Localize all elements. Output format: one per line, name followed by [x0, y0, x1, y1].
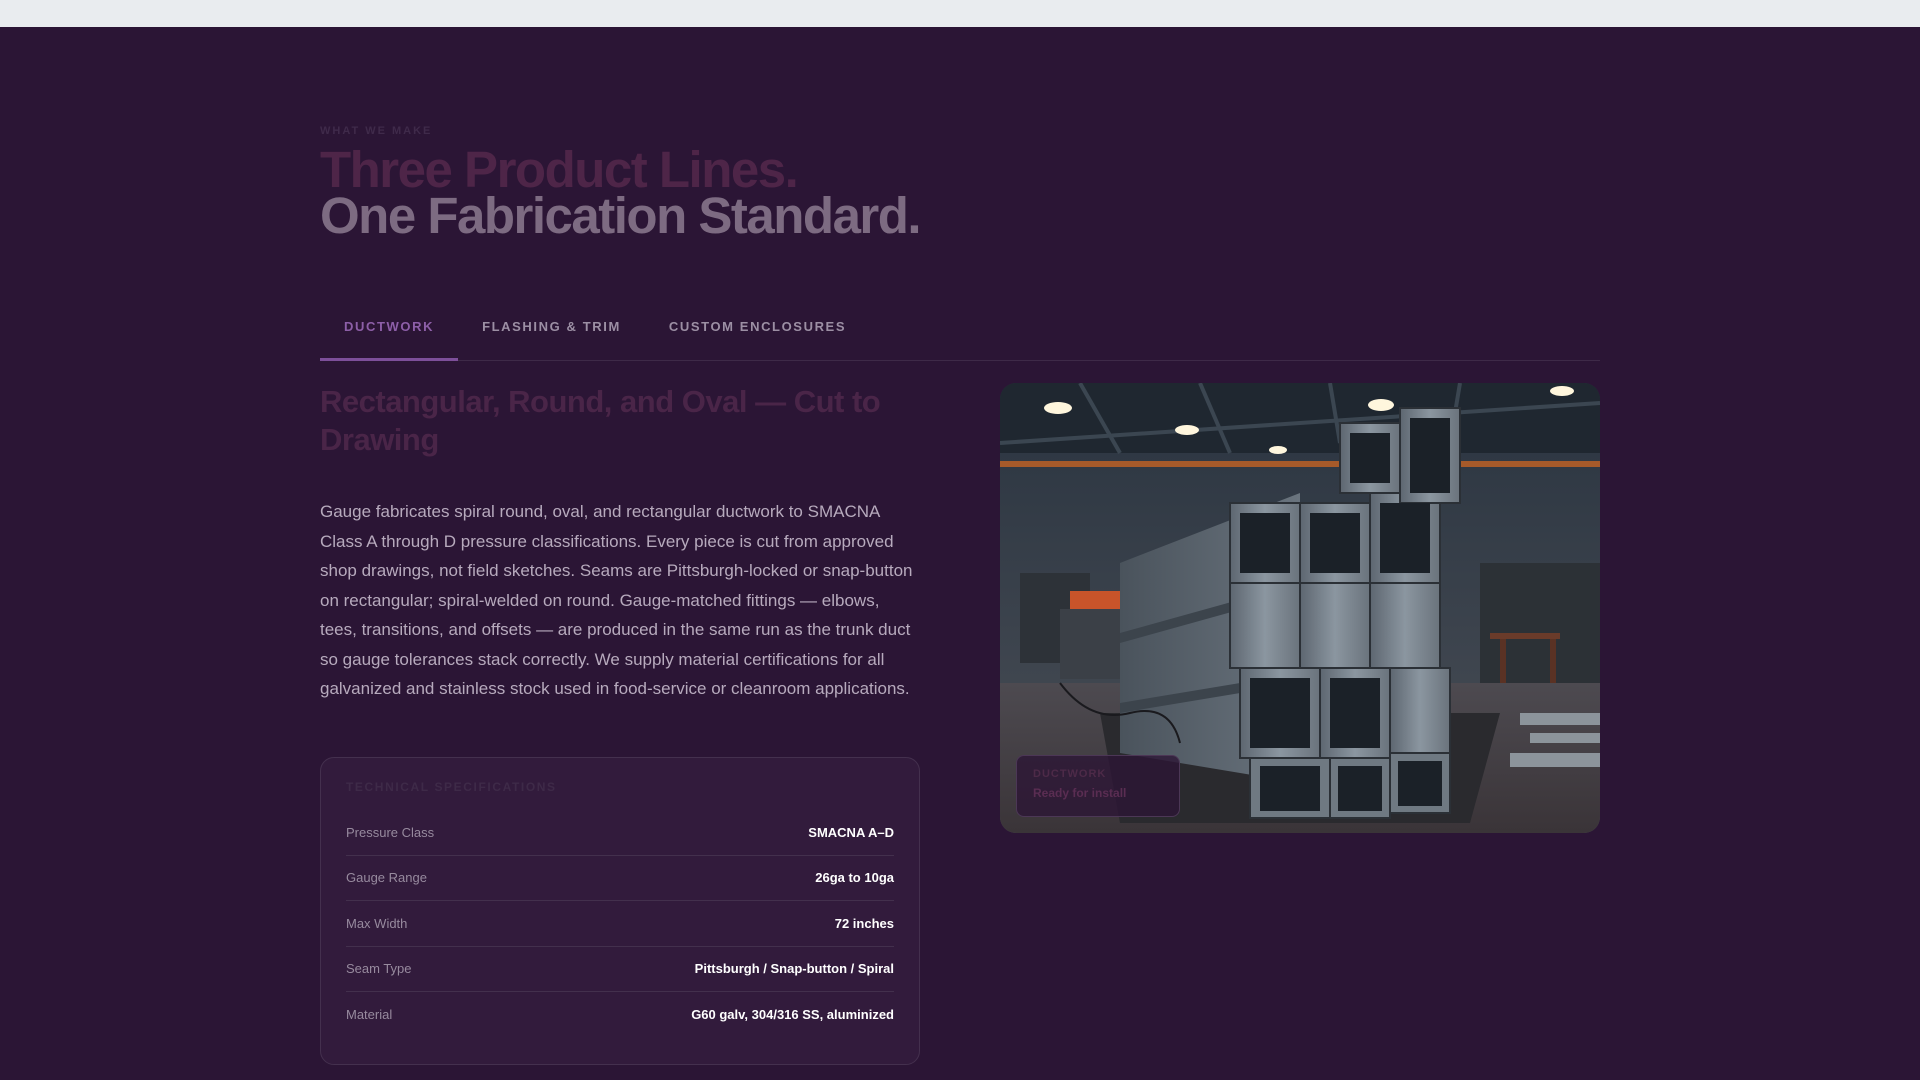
image-badge-label: DUCTWORK: [1033, 768, 1107, 780]
spec-label: Gauge Range: [346, 870, 427, 886]
section-title-line-2: One Fabrication Standard.: [320, 187, 922, 244]
tab-custom-enclosures[interactable]: CUSTOM ENCLOSURES: [645, 299, 870, 361]
section-eyebrow: WHAT WE MAKE: [320, 125, 433, 137]
spec-row: Seam Type Pittsburgh / Snap-button / Spi…: [346, 947, 894, 992]
tab-ductwork[interactable]: DUCTWORK: [320, 299, 459, 361]
section-title: Three Product Lines. One Fabrication Sta…: [320, 144, 922, 244]
spec-value: G60 galv, 304/316 SS, aluminized: [691, 1007, 894, 1023]
spec-value: 72 inches: [834, 915, 894, 931]
browser-top-bar: [0, 0, 1920, 27]
ductwork-description: Gauge fabricates spiral round, oval, and…: [320, 502, 913, 698]
spec-label: Seam Type: [346, 961, 412, 977]
spec-row: Pressure Class SMACNA A–D: [346, 810, 894, 856]
ductwork-content: Rectangular, Round, and Oval — Cut to Dr…: [320, 383, 920, 704]
spec-label: Pressure Class: [346, 824, 435, 840]
spec-label: Material: [346, 1007, 393, 1023]
spec-card-title: TECHNICAL SPECIFICATIONS: [346, 780, 557, 794]
spec-row: Gauge Range 26ga to 10ga: [346, 856, 894, 901]
spec-card: TECHNICAL SPECIFICATIONS Pressure Class …: [320, 757, 920, 1065]
products-section: WHAT WE MAKE Three Product Lines. One Fa…: [0, 27, 1920, 1080]
spec-value: 26ga to 10ga: [815, 870, 894, 886]
ductwork-subhead: Rectangular, Round, and Oval — Cut to Dr…: [320, 384, 881, 457]
spec-label: Max Width: [346, 915, 408, 931]
product-tabs: DUCTWORK FLASHING & TRIM CUSTOM ENCLOSUR…: [320, 299, 1600, 361]
spec-row: Max Width 72 inches: [346, 901, 894, 947]
image-badge-text: Ready for install: [1033, 786, 1127, 800]
spec-value: SMACNA A–D: [808, 824, 894, 840]
section-container: WHAT WE MAKE Three Product Lines. One Fa…: [320, 27, 1600, 1080]
ductwork-photo: DUCTWORK Ready for install: [1000, 383, 1600, 833]
tab-flashing-trim[interactable]: FLASHING & TRIM: [458, 299, 645, 361]
image-badge: DUCTWORK Ready for install: [1016, 755, 1180, 817]
spec-row: Material G60 galv, 304/316 SS, aluminize…: [346, 992, 894, 1038]
spec-value: Pittsburgh / Snap-button / Spiral: [694, 961, 894, 977]
